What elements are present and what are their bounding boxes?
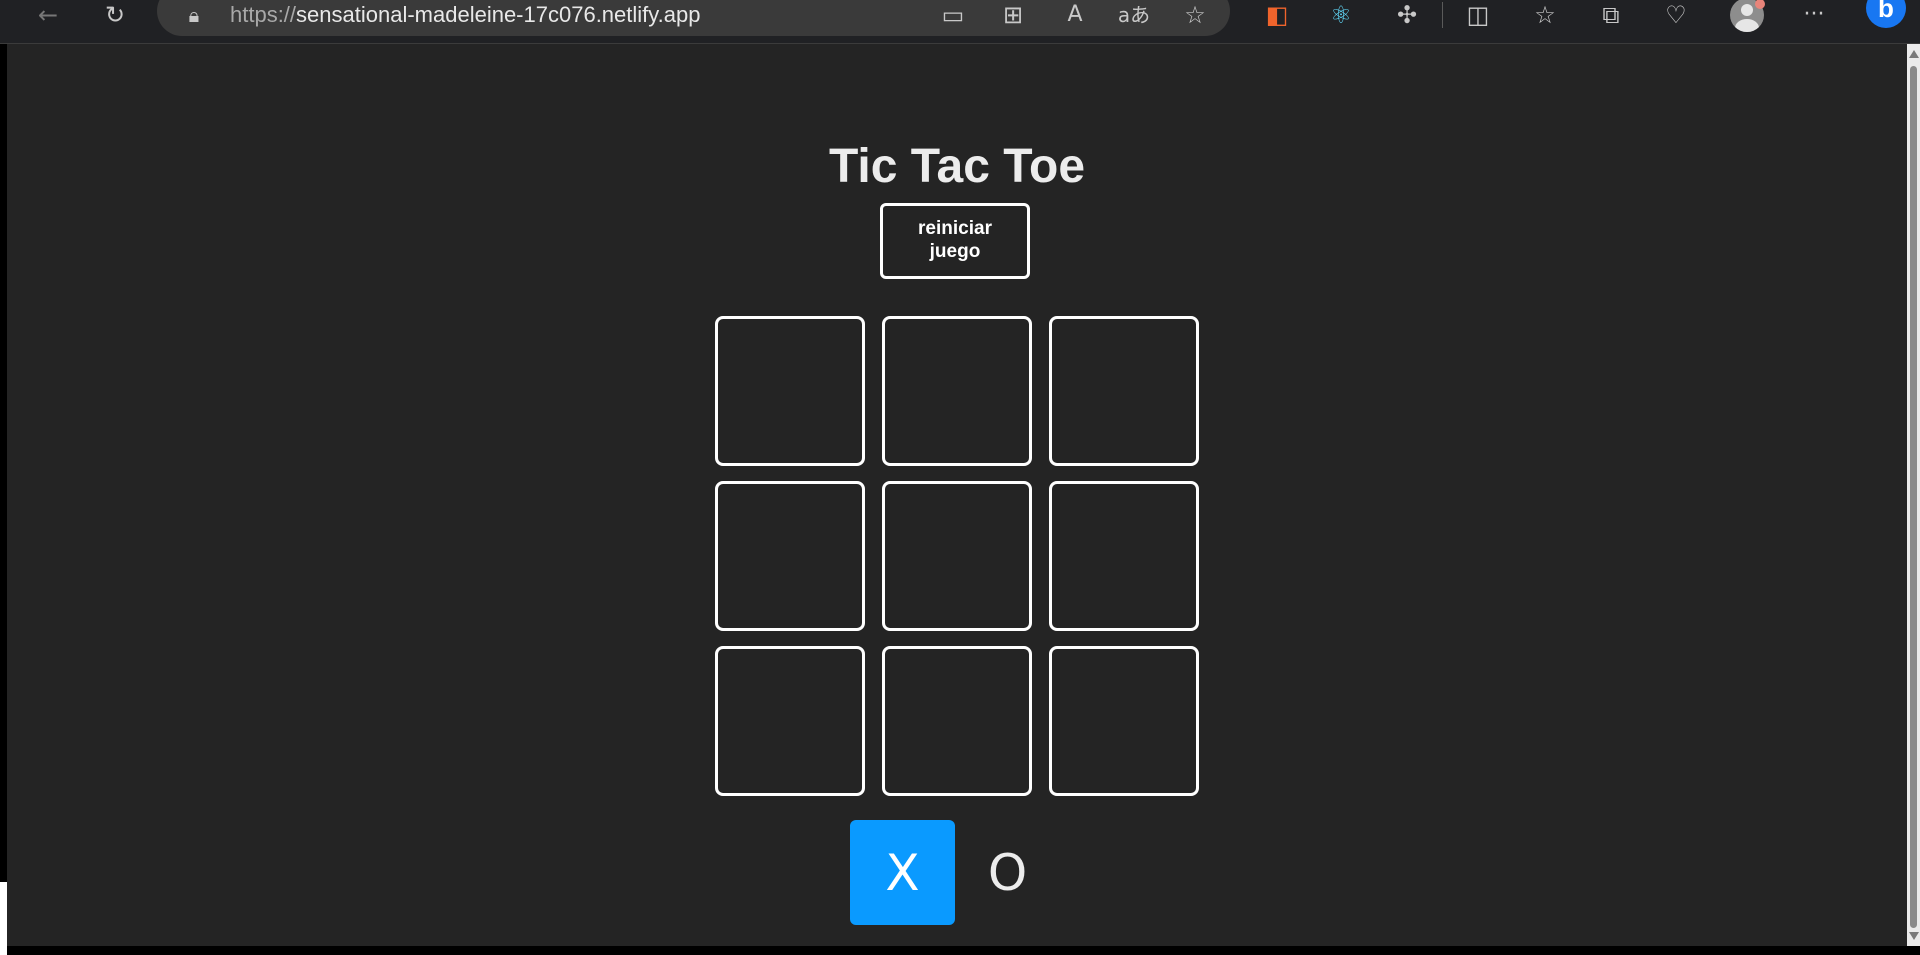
scroll-up-arrow-icon[interactable]: [1909, 50, 1919, 58]
desktop-corner: [0, 898, 7, 955]
notification-dot: [1755, 0, 1765, 9]
turn-x-badge: X: [850, 820, 955, 925]
turn-indicator: X O: [850, 820, 1100, 925]
favorite-star-icon[interactable]: ☆: [1180, 0, 1210, 30]
scrollbar-thumb[interactable]: [1910, 66, 1917, 928]
url-text[interactable]: https://sensational-madeleine-17c076.net…: [230, 0, 700, 30]
lock-icon[interactable]: 🔒︎: [180, 0, 208, 30]
split-screen-icon[interactable]: ◫: [1463, 0, 1493, 30]
translate-icon[interactable]: aあ: [1116, 0, 1152, 30]
board-cell[interactable]: [1049, 481, 1199, 631]
window-bottom-edge: [0, 946, 1920, 955]
page-viewport: Tic Tac Toe reiniciar juego X O: [7, 44, 1907, 946]
favorites-icon[interactable]: ☆: [1530, 0, 1560, 30]
scroll-down-arrow-icon[interactable]: [1909, 932, 1919, 940]
reset-game-button[interactable]: reiniciar juego: [880, 203, 1030, 279]
board-cell[interactable]: [715, 316, 865, 466]
toolbar-separator: [1442, 2, 1443, 28]
window-left-edge: [0, 44, 7, 882]
collections-icon[interactable]: ⧉: [1596, 0, 1626, 30]
board-cell[interactable]: [1049, 316, 1199, 466]
read-aloud-icon[interactable]: A: [1060, 0, 1090, 30]
url-host: sensational-madeleine-17c076.netlify.app: [296, 2, 701, 27]
extension-icon[interactable]: ◧: [1262, 0, 1292, 30]
react-devtools-icon[interactable]: ⚛: [1326, 0, 1356, 30]
refresh-icon[interactable]: ↻: [99, 0, 131, 30]
url-scheme: https://: [230, 2, 297, 27]
board-cell[interactable]: [882, 316, 1032, 466]
page-title: Tic Tac Toe: [828, 140, 1086, 193]
browser-essentials-icon[interactable]: ♡: [1661, 0, 1691, 30]
bing-icon[interactable]: b: [1866, 0, 1906, 28]
board-cell[interactable]: [882, 646, 1032, 796]
vertical-scrollbar[interactable]: [1907, 44, 1920, 946]
devices-icon[interactable]: ▭: [938, 0, 968, 30]
board-cell[interactable]: [715, 646, 865, 796]
browser-toolbar: ← ↻ 🔒︎ https://sensational-madeleine-17c…: [0, 0, 1920, 44]
extensions-puzzle-icon[interactable]: ✣: [1392, 0, 1422, 30]
back-icon[interactable]: ←: [32, 0, 64, 30]
turn-o-badge: O: [987, 843, 1028, 902]
board-cell[interactable]: [882, 481, 1032, 631]
game-board: [715, 316, 1199, 800]
apps-icon[interactable]: ⊞: [998, 0, 1028, 30]
more-menu-icon[interactable]: ···: [1796, 0, 1832, 30]
board-cell[interactable]: [715, 481, 865, 631]
board-cell[interactable]: [1049, 646, 1199, 796]
